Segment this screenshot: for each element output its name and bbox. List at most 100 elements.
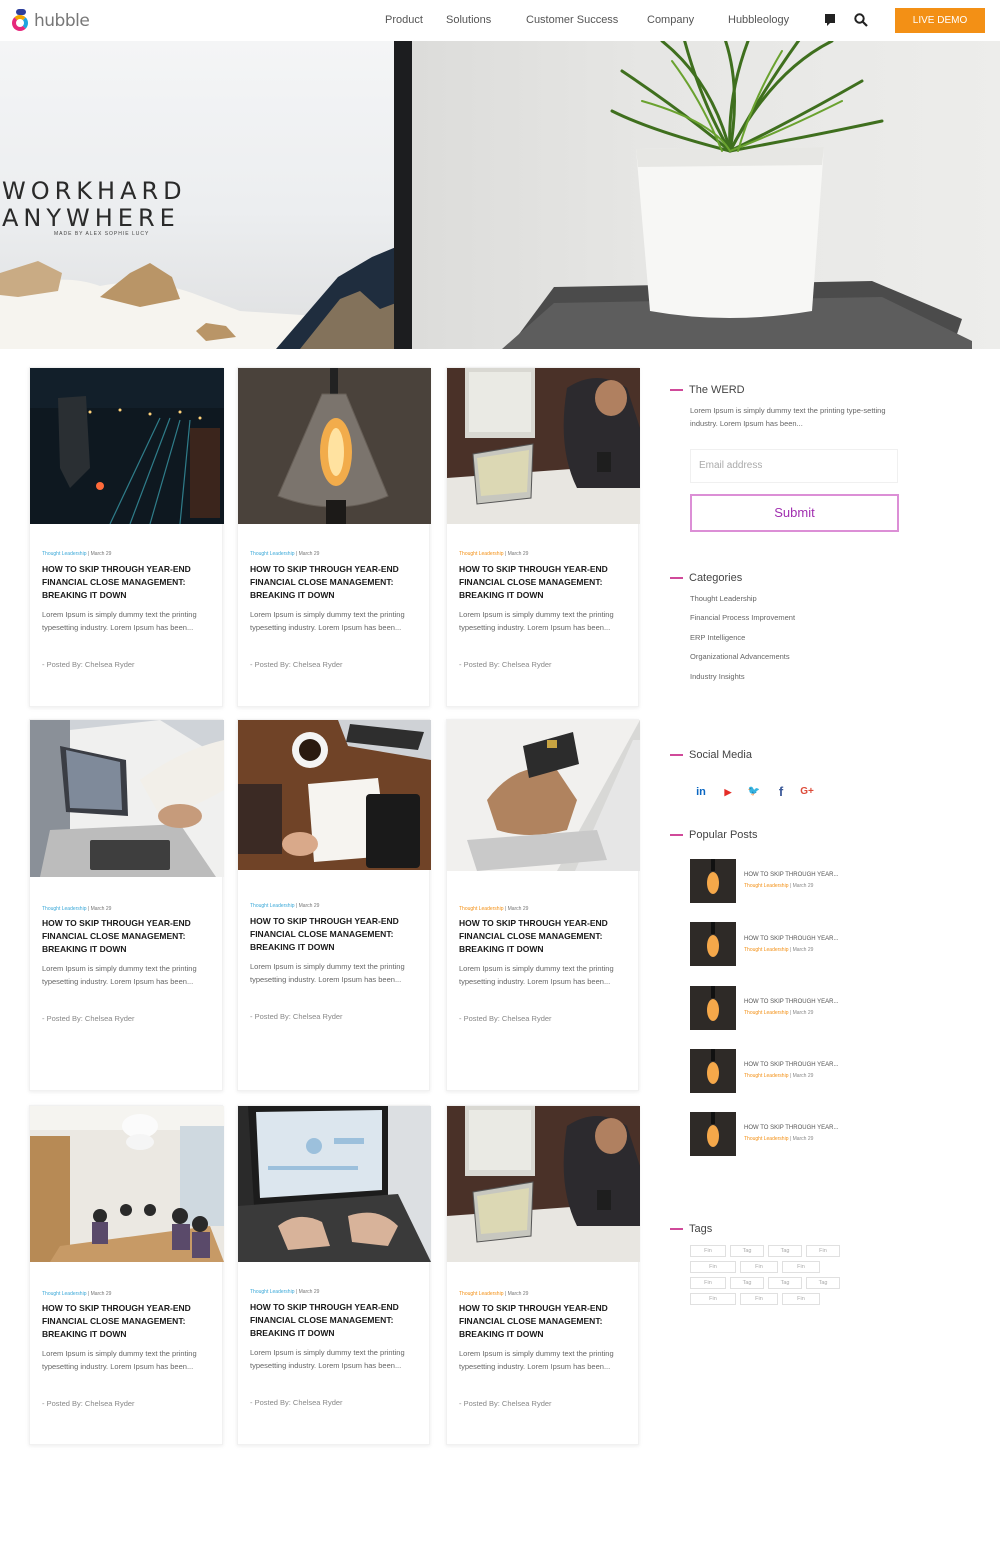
card-meta: Thought Leadership | March 29 <box>459 1291 529 1297</box>
nav-company[interactable]: Company <box>647 14 694 26</box>
social-heading-text: Social Media <box>689 749 752 761</box>
tag-chip[interactable]: Fin <box>690 1261 736 1273</box>
popular-post-category[interactable]: Thought Leadership <box>744 947 788 953</box>
card-category[interactable]: Thought Leadership <box>42 551 86 557</box>
blog-card[interactable]: Thought Leadership | March 29 HOW TO SKI… <box>237 1105 431 1445</box>
card-image-meeting-laptop[interactable] <box>30 720 224 877</box>
werd-text: Lorem Ipsum is simply dummy text the pri… <box>690 406 886 428</box>
tag-chip[interactable]: Tag <box>730 1245 764 1257</box>
popular-post-thumbnail[interactable] <box>690 859 736 903</box>
popular-post-thumbnail[interactable] <box>690 1049 736 1093</box>
card-author: - Posted By: Chelsea Ryder <box>250 1398 343 1407</box>
card-title[interactable]: HOW TO SKIP THROUGH YEAR-END FINANCIAL C… <box>42 563 212 602</box>
card-title[interactable]: HOW TO SKIP THROUGH YEAR-END FINANCIAL C… <box>250 915 420 954</box>
card-excerpt: Lorem Ipsum is simply dummy text the pri… <box>42 964 197 986</box>
card-author: - Posted By: Chelsea Ryder <box>250 660 343 669</box>
popular-post-meta: Thought Leadership | March 29 <box>744 1073 814 1079</box>
live-demo-button[interactable]: LIVE DEMO <box>895 8 985 33</box>
popular-post-title[interactable]: HOW TO SKIP THROUGH YEAR... <box>744 1125 838 1131</box>
card-title[interactable]: HOW TO SKIP THROUGH YEAR-END FINANCIAL C… <box>459 563 629 602</box>
blog-card[interactable]: Thought Leadership | March 29 HOW TO SKI… <box>446 367 640 707</box>
category-item[interactable]: ERP Intelligence <box>690 633 745 642</box>
card-image-laptop-typing[interactable] <box>238 1106 431 1262</box>
popular-heading-text: Popular Posts <box>689 829 758 841</box>
card-category[interactable]: Thought Leadership <box>42 1291 86 1297</box>
tag-chip[interactable]: Tag <box>768 1245 802 1257</box>
popular-post-category[interactable]: Thought Leadership <box>744 1073 788 1079</box>
popular-post-category[interactable]: Thought Leadership <box>744 883 788 889</box>
card-image-laptop-window-2[interactable] <box>447 1106 640 1262</box>
card-title[interactable]: HOW TO SKIP THROUGH YEAR-END FINANCIAL C… <box>42 917 212 956</box>
tag-chip[interactable]: Fin <box>690 1293 736 1305</box>
facebook-icon[interactable]: f <box>771 783 791 801</box>
submit-button[interactable]: Submit <box>690 494 899 532</box>
popular-post-thumbnail[interactable] <box>690 1112 736 1156</box>
card-title[interactable]: HOW TO SKIP THROUGH YEAR-END FINANCIAL C… <box>250 1301 420 1340</box>
card-title[interactable]: HOW TO SKIP THROUGH YEAR-END FINANCIAL C… <box>459 917 629 956</box>
tag-chip[interactable]: Tag <box>768 1277 802 1289</box>
tag-chip[interactable]: Fin <box>690 1277 726 1289</box>
email-input[interactable]: Email address <box>690 449 898 483</box>
heading-dash <box>670 577 683 579</box>
card-category[interactable]: Thought Leadership <box>459 551 503 557</box>
blog-card[interactable]: Thought Leadership | March 29 HOW TO SKI… <box>237 367 431 707</box>
card-category[interactable]: Thought Leadership <box>459 1291 503 1297</box>
hubble-logo[interactable]: hubble <box>10 8 90 34</box>
popular-post-category[interactable]: Thought Leadership <box>744 1010 788 1016</box>
card-image-desk[interactable] <box>238 720 431 870</box>
popular-post-category[interactable]: Thought Leadership <box>744 1136 788 1142</box>
card-category[interactable]: Thought Leadership <box>250 551 294 557</box>
tag-chip[interactable]: Tag <box>730 1277 764 1289</box>
category-item[interactable]: Financial Process Improvement <box>690 613 795 622</box>
blog-card[interactable]: Thought Leadership | March 29 HOW TO SKI… <box>29 367 224 707</box>
popular-post-title[interactable]: HOW TO SKIP THROUGH YEAR... <box>744 936 838 942</box>
card-image-railway[interactable] <box>30 368 224 524</box>
category-item[interactable]: Organizational Advancements <box>690 652 790 661</box>
chat-icon[interactable] <box>822 12 838 28</box>
category-item[interactable]: Industry Insights <box>690 672 745 681</box>
card-title[interactable]: HOW TO SKIP THROUGH YEAR-END FINANCIAL C… <box>250 563 420 602</box>
tag-chip[interactable]: Fin <box>782 1293 820 1305</box>
blog-card[interactable]: Thought Leadership | March 29 HOW TO SKI… <box>446 719 640 1091</box>
search-icon[interactable] <box>853 12 869 28</box>
nav-solutions[interactable]: Solutions <box>446 14 491 26</box>
card-author: - Posted By: Chelsea Ryder <box>42 1014 135 1023</box>
card-category[interactable]: Thought Leadership <box>459 906 503 912</box>
card-title[interactable]: HOW TO SKIP THROUGH YEAR-END FINANCIAL C… <box>42 1302 212 1341</box>
tag-chip[interactable]: Tag <box>806 1277 840 1289</box>
card-category[interactable]: Thought Leadership <box>250 903 294 909</box>
card-image-credit-card[interactable] <box>447 720 640 871</box>
popular-post-thumbnail[interactable] <box>690 922 736 966</box>
tag-chip[interactable]: Fin <box>690 1245 726 1257</box>
nav-customer-success[interactable]: Customer Success <box>526 14 618 26</box>
popular-post-title[interactable]: HOW TO SKIP THROUGH YEAR... <box>744 1062 838 1068</box>
nav-hubbleology[interactable]: Hubbleology <box>728 14 789 26</box>
meeting-laptop-photo <box>30 720 224 877</box>
blog-card[interactable]: Thought Leadership | March 29 HOW TO SKI… <box>237 719 431 1091</box>
tag-chip[interactable]: Fin <box>806 1245 840 1257</box>
category-item[interactable]: Thought Leadership <box>690 594 757 603</box>
card-excerpt: Lorem Ipsum is simply dummy text the pri… <box>459 964 614 986</box>
nav-product[interactable]: Product <box>385 14 423 26</box>
popular-post-title[interactable]: HOW TO SKIP THROUGH YEAR... <box>744 999 838 1005</box>
card-image-office-meeting[interactable] <box>30 1106 224 1262</box>
popular-post-title[interactable]: HOW TO SKIP THROUGH YEAR... <box>744 872 838 878</box>
card-category[interactable]: Thought Leadership <box>250 1289 294 1295</box>
card-category[interactable]: Thought Leadership <box>42 906 86 912</box>
tag-chip[interactable]: Fin <box>782 1261 820 1273</box>
blog-card[interactable]: Thought Leadership | March 29 HOW TO SKI… <box>29 719 224 1091</box>
card-author: - Posted By: Chelsea Ryder <box>250 1012 343 1021</box>
tag-chip[interactable]: Fin <box>740 1261 778 1273</box>
blog-card[interactable]: Thought Leadership | March 29 HOW TO SKI… <box>446 1105 640 1445</box>
blog-card[interactable]: Thought Leadership | March 29 HOW TO SKI… <box>29 1105 224 1445</box>
heading-dash <box>670 754 683 756</box>
popular-post-thumbnail[interactable] <box>690 986 736 1030</box>
card-image-bulb[interactable] <box>238 368 431 524</box>
youtube-icon[interactable]: ▶ <box>718 783 738 801</box>
google-plus-icon[interactable]: G+ <box>797 783 817 801</box>
card-image-laptop-window[interactable] <box>447 368 640 524</box>
twitter-icon[interactable]: 🐦 <box>744 783 764 801</box>
card-title[interactable]: HOW TO SKIP THROUGH YEAR-END FINANCIAL C… <box>459 1302 629 1341</box>
tag-chip[interactable]: Fin <box>740 1293 778 1305</box>
linkedin-icon[interactable]: in <box>691 783 711 801</box>
